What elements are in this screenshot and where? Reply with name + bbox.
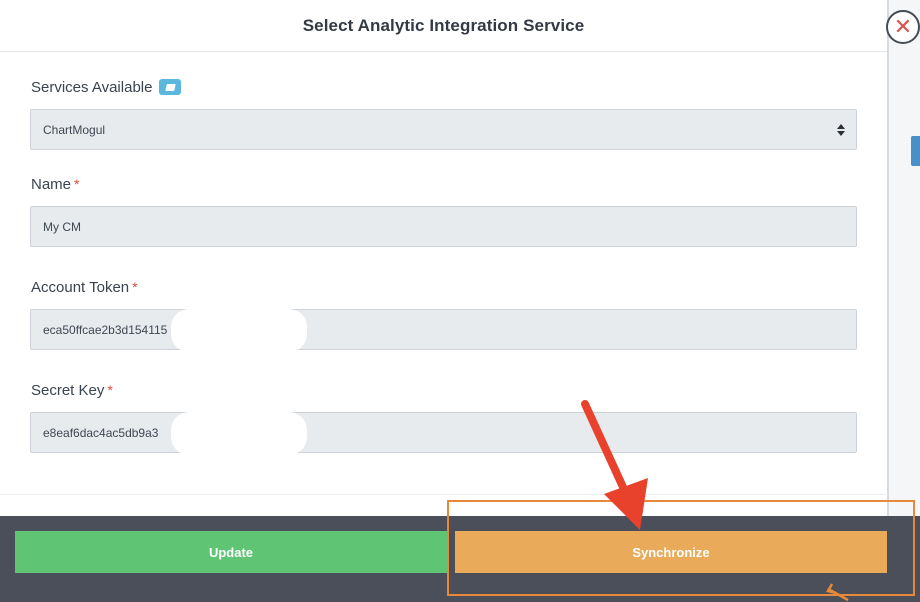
secret-key-field[interactable]: e8eaf6dac4ac5db9a3 <box>30 412 857 455</box>
synchronize-button[interactable]: Synchronize <box>455 531 887 573</box>
required-mark: * <box>132 279 138 295</box>
name-field-value: My CM <box>43 219 81 234</box>
account-token-label-text: Account Token <box>31 278 130 296</box>
backdrop-accent <box>911 136 920 166</box>
required-mark: * <box>107 382 113 398</box>
services-label-text: Services Available <box>31 78 153 96</box>
update-button[interactable]: Update <box>15 531 447 573</box>
close-icon[interactable]: ✕ <box>886 10 920 44</box>
name-field[interactable]: My CM <box>30 206 857 247</box>
modal-header: Select Analytic Integration Service <box>0 0 887 52</box>
name-label-text: Name <box>31 175 72 193</box>
account-token-label: Account Token * <box>31 276 138 298</box>
required-mark: * <box>74 176 80 192</box>
account-token-field[interactable]: eca50ffcae2b3d154115 <box>30 309 857 352</box>
modal-title: Select Analytic Integration Service <box>302 15 585 35</box>
redaction-overlay <box>171 412 307 455</box>
services-selected-value: ChartMogul <box>43 122 106 137</box>
select-arrows-icon <box>826 123 856 136</box>
redaction-overlay <box>171 309 307 352</box>
services-label: Services Available <box>31 76 182 98</box>
integration-modal: Select Analytic Integration Service Serv… <box>0 0 888 516</box>
services-select[interactable]: ChartMogul <box>30 109 857 150</box>
divider <box>0 494 888 495</box>
book-icon[interactable] <box>159 79 182 95</box>
account-token-value: eca50ffcae2b3d154115 <box>43 322 168 337</box>
secret-key-label: Secret Key * <box>31 379 113 401</box>
name-label: Name * <box>31 173 79 195</box>
page-backdrop <box>888 0 920 520</box>
secret-key-value: e8eaf6dac4ac5db9a3 <box>43 425 159 440</box>
secret-key-label-text: Secret Key <box>31 381 105 399</box>
